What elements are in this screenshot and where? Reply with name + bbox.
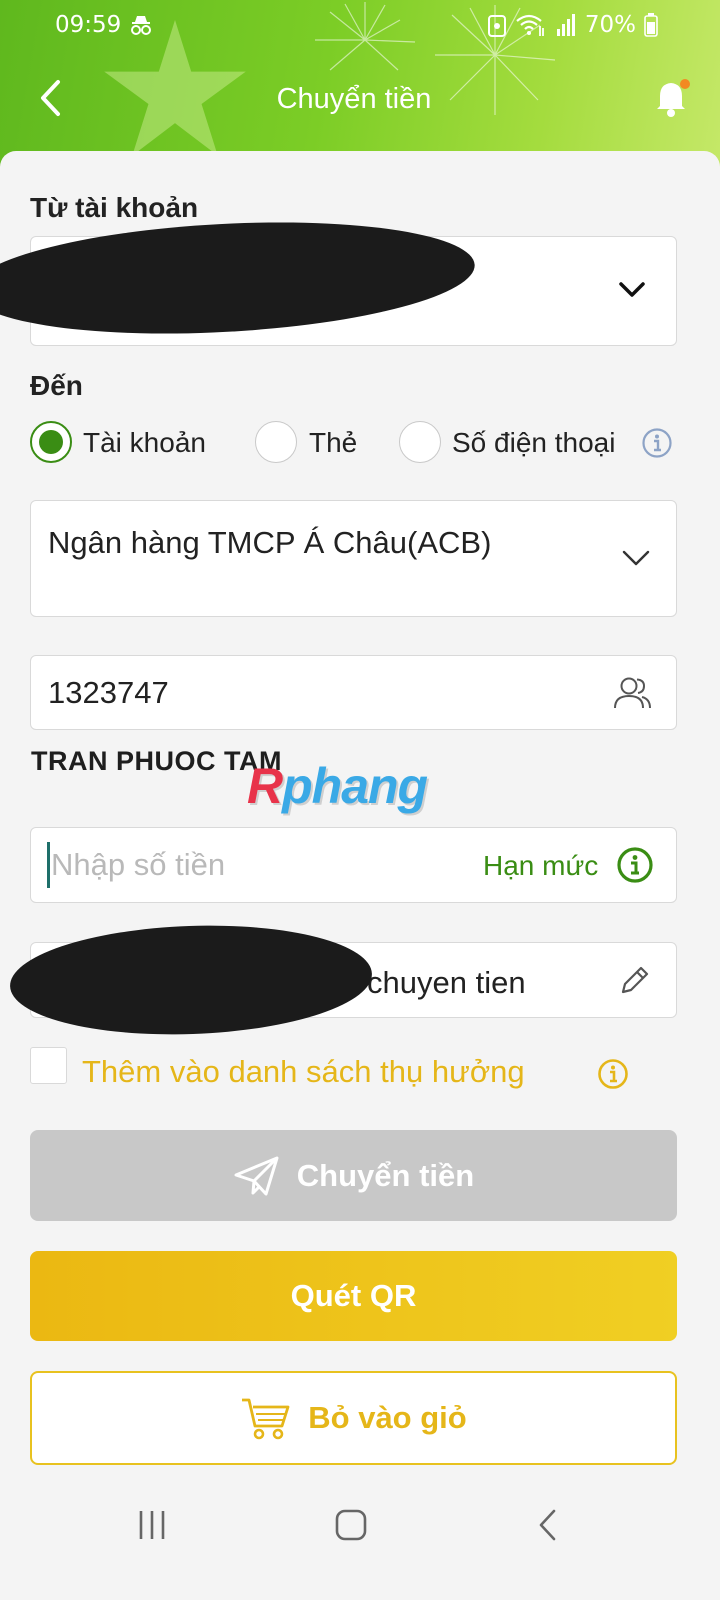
chevron-down-icon — [622, 550, 650, 566]
bell-icon[interactable] — [652, 76, 692, 118]
favorite-label: Thêm vào danh sách thụ hưởng — [82, 1054, 525, 1089]
watermark-r: R — [247, 758, 283, 814]
wifi-icon — [516, 14, 544, 36]
info-icon[interactable] — [616, 846, 654, 884]
system-nav-bar — [0, 1480, 720, 1600]
battery-percent: 70% — [584, 12, 636, 38]
back-nav-icon[interactable] — [536, 1508, 560, 1542]
status-time: 09:59 — [55, 12, 122, 38]
info-icon[interactable] — [597, 1058, 629, 1090]
bank-select[interactable]: Ngân hàng TMCP Á Châu(ACB) — [30, 500, 677, 617]
add-to-cart-label: Bỏ vào giỏ — [308, 1400, 467, 1435]
to-label: Đến — [30, 370, 83, 401]
incognito-icon — [131, 16, 151, 35]
radio-card-label: Thẻ — [309, 427, 358, 458]
watermark: Rphang — [247, 757, 428, 815]
home-icon[interactable] — [334, 1508, 368, 1542]
favorite-checkbox[interactable] — [30, 1047, 67, 1084]
chevron-down-icon — [619, 282, 645, 297]
info-icon[interactable] — [641, 427, 673, 459]
scan-qr-button[interactable]: Quét QR — [30, 1251, 677, 1341]
radio-phone-label: Số điện thoại — [452, 427, 616, 458]
from-account-label: Từ tài khoản — [30, 192, 199, 223]
status-right: 70% — [487, 10, 658, 40]
pencil-icon[interactable] — [618, 963, 652, 997]
amount-input[interactable] — [51, 842, 471, 888]
transfer-button[interactable]: Chuyển tiền — [30, 1130, 677, 1221]
destination-type-group: Tài khoản Thẻ Số điện thoại — [30, 418, 690, 468]
note-text: chuyen tien — [367, 965, 526, 1000]
radio-account-label: Tài khoản — [83, 427, 206, 458]
page-title: Chuyển tiền — [276, 83, 432, 115]
scan-qr-label: Quét QR — [290, 1278, 417, 1313]
paper-plane-icon — [234, 1156, 279, 1195]
contacts-icon[interactable] — [612, 675, 652, 711]
recent-apps-icon[interactable] — [136, 1508, 168, 1542]
bank-name: Ngân hàng TMCP Á Châu(ACB) — [48, 525, 492, 560]
account-number: 1323747 — [48, 675, 169, 710]
signal-icon — [556, 14, 575, 36]
status-bar: 09:59 70% — [0, 0, 720, 52]
cart-icon — [242, 1398, 290, 1440]
text-cursor — [47, 842, 50, 888]
app-header: 09:59 70% Chuyển tiền — [0, 0, 720, 175]
watermark-rest: phang — [282, 758, 428, 814]
add-to-cart-button[interactable]: Bỏ vào giỏ — [30, 1371, 677, 1465]
limit-link[interactable]: Hạn mức — [483, 850, 598, 882]
account-number-field[interactable]: 1323747 — [30, 655, 677, 730]
radio-phone[interactable] — [399, 421, 441, 463]
amount-field[interactable]: Hạn mức — [30, 827, 677, 903]
transfer-button-label: Chuyển tiền — [296, 1157, 475, 1193]
radio-account[interactable] — [30, 421, 72, 463]
battery-icon — [644, 13, 658, 37]
radio-card[interactable] — [255, 421, 297, 463]
sim-icon — [487, 15, 506, 37]
beneficiary-name: TRAN PHUOC TAM — [31, 746, 282, 776]
